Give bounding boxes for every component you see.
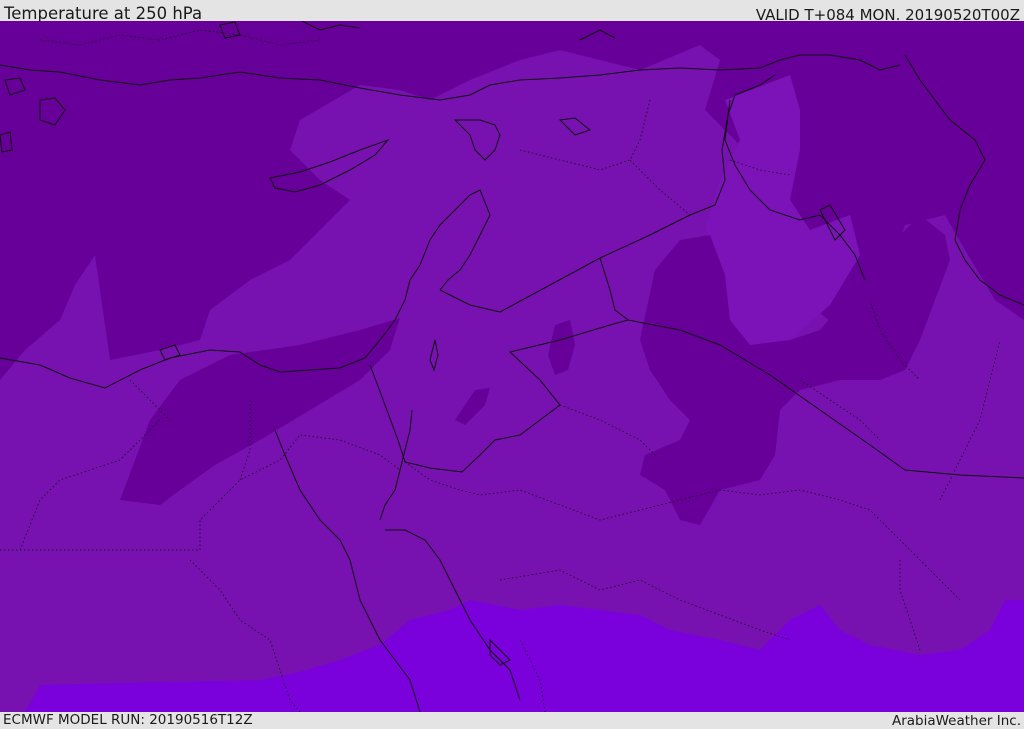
temperature-map[interactable] [0, 21, 1024, 712]
header-bar: Temperature at 250 hPa VALID T+084 MON. … [0, 0, 1024, 24]
model-run-label: ECMWF MODEL RUN: 20190516T12Z [3, 712, 253, 728]
footer-bar: ECMWF MODEL RUN: 20190516T12Z ArabiaWeat… [0, 712, 1024, 729]
credit-label: ArabiaWeather Inc. [891, 713, 1021, 729]
